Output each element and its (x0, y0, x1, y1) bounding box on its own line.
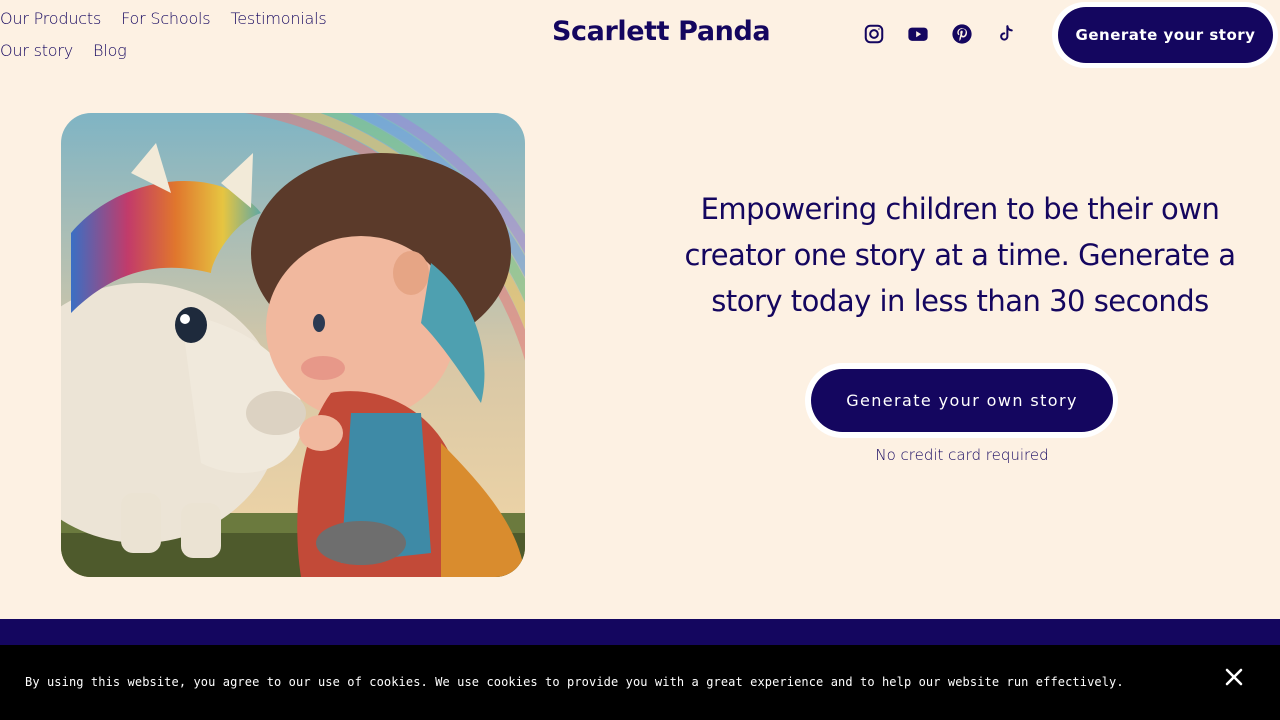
cookie-banner-text: By using this website, you agree to our … (25, 675, 1124, 689)
close-icon[interactable] (1220, 663, 1248, 691)
site-logo[interactable]: Scarlett Panda (552, 16, 771, 47)
nav-link-our-story[interactable]: Our story (0, 38, 73, 64)
cookie-banner: By using this website, you agree to our … (0, 645, 1280, 720)
no-credit-card-note: No credit card required (875, 446, 1049, 464)
nav-link-our-products[interactable]: Our Products (0, 6, 101, 32)
hero-image (61, 113, 525, 577)
youtube-icon[interactable] (906, 22, 930, 46)
header-generate-story-button[interactable]: Generate your story (1058, 7, 1273, 63)
tiktok-icon[interactable] (994, 22, 1018, 46)
pinterest-icon[interactable] (950, 22, 974, 46)
social-links (862, 22, 1018, 46)
main-nav: Our Products For Schools Testimonials Ou… (0, 6, 360, 64)
instagram-icon[interactable] (862, 22, 886, 46)
unicorn-and-girl-illustration (61, 113, 525, 577)
nav-link-for-schools[interactable]: For Schools (121, 6, 211, 32)
nav-link-testimonials[interactable]: Testimonials (230, 6, 326, 32)
nav-link-blog[interactable]: Blog (93, 38, 127, 64)
hero-headline: Empowering children to be their own crea… (684, 192, 1236, 318)
hero-generate-own-story-button[interactable]: Generate your own story (811, 369, 1113, 432)
